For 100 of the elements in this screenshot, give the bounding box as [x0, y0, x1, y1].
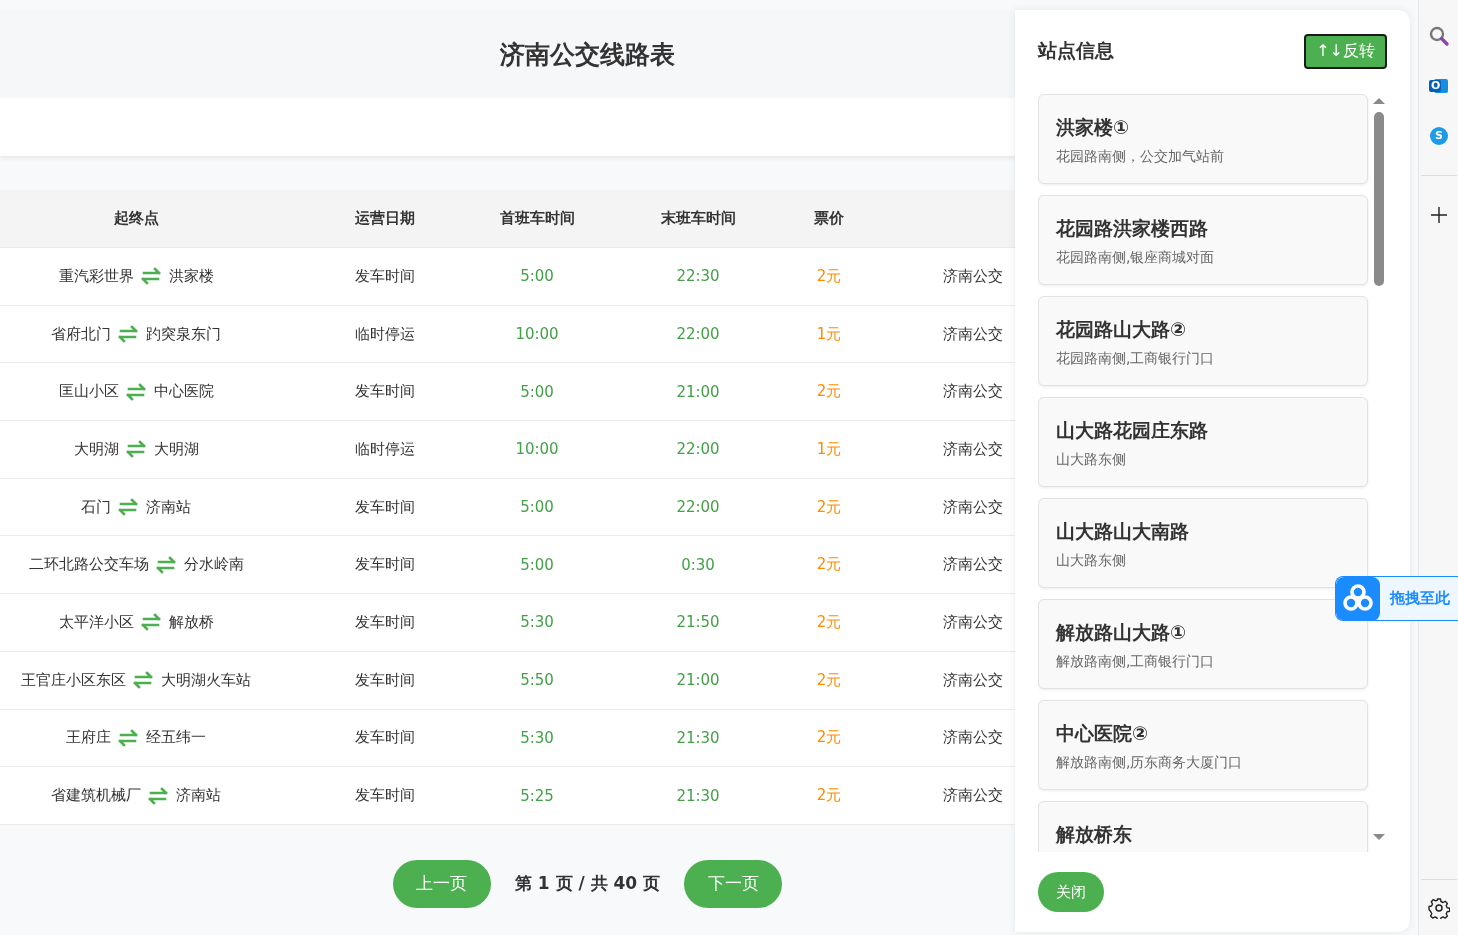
swap-arrows-icon [148, 785, 169, 806]
station-card[interactable]: 解放桥东 [1038, 801, 1368, 852]
swap-arrows-icon [118, 497, 139, 518]
column-header: 首班车时间 [499, 209, 575, 228]
table-cell: 发车时间 [355, 497, 415, 517]
swap-arrows-icon [125, 381, 147, 402]
cloud-icon [1336, 577, 1380, 620]
panel-title: 站点信息 [1038, 38, 1114, 63]
table-cell: 5:50 [520, 671, 554, 690]
station-card[interactable]: 中心医院② 解放路南侧,历东商务大厦门口 [1038, 700, 1368, 790]
swap-arrows-icon [133, 670, 154, 691]
station-address: 山大路东侧 [1056, 552, 1127, 570]
table-cell: 22:30 [676, 267, 720, 286]
stop-name: 大明湖火车站 [161, 670, 251, 690]
column-header: 末班车时间 [660, 209, 736, 228]
table-cell: 5:25 [520, 786, 554, 805]
table-cell: 21:00 [676, 671, 720, 690]
table-cell: 2元 [816, 612, 842, 632]
table-cell: 2元 [816, 382, 842, 402]
table-cell: 21:50 [676, 613, 720, 632]
stop-name: 分水岭南 [183, 555, 244, 575]
table-cell: 发车时间 [355, 670, 415, 690]
station-name: 解放路山大路① [1056, 620, 1187, 645]
table-cell: 5:00 [520, 382, 554, 401]
table-cell: 2元 [816, 266, 842, 286]
station-card[interactable]: 花园路山大路② 花园路南侧,工商银行门口 [1038, 296, 1368, 386]
drag-label: 拖拽至此 [1390, 589, 1450, 608]
station-name: 花园路山大路② [1056, 317, 1187, 342]
station-address: 山大路东侧 [1056, 451, 1127, 469]
table-cell: 10:00 [515, 440, 559, 459]
table-cell: 10:00 [515, 325, 559, 344]
table-cell: 济南公交 [943, 612, 1003, 632]
table-cell: 临时停运 [355, 439, 415, 459]
stop-name: 省建筑机械厂 [51, 786, 141, 806]
stop-name: 大明湖 [153, 439, 199, 459]
stop-name: 洪家楼 [168, 266, 214, 286]
station-address: 花园路南侧,银座商城对面 [1056, 249, 1216, 267]
add-icon[interactable] [1428, 204, 1450, 226]
station-name: 解放桥东 [1056, 822, 1132, 847]
station-name: 山大路山大南路 [1056, 519, 1189, 544]
table-cell: 发车时间 [355, 728, 415, 748]
stop-name: 经五纬一 [146, 728, 206, 748]
swap-arrows-icon [118, 727, 139, 748]
table-cell: 济南公交 [943, 728, 1003, 748]
stop-name: 解放桥 [168, 612, 214, 632]
settings-icon[interactable] [1428, 897, 1450, 919]
table-cell: 22:00 [676, 440, 720, 459]
station-name: 中心医院② [1056, 721, 1149, 746]
table-cell: 21:30 [676, 728, 720, 747]
station-card[interactable]: 山大路山大南路 山大路东侧 [1038, 498, 1368, 588]
station-card[interactable]: 洪家楼① 花园路南侧，公交加气站前 [1038, 94, 1368, 184]
table-cell: 济南公交 [943, 555, 1003, 575]
table-cell: 发车时间 [355, 786, 415, 806]
table-cell: 发车时间 [355, 382, 415, 402]
column-header: 起终点 [113, 209, 159, 228]
table-cell: 临时停运 [355, 324, 415, 344]
table-cell: 发车时间 [355, 555, 415, 575]
table-cell: 5:00 [520, 555, 554, 574]
table-cell: 济南公交 [943, 497, 1003, 517]
table-cell: 济南公交 [943, 786, 1003, 806]
table-cell: 发车时间 [355, 612, 415, 632]
table-cell: 21:30 [676, 786, 720, 805]
table-cell: 22:00 [676, 325, 720, 344]
table-cell: 5:30 [520, 613, 554, 632]
stop-name: 王官庄小区东区 [21, 670, 126, 690]
station-card[interactable]: 花园路洪家楼西路 花园路南侧,银座商城对面 [1038, 195, 1368, 285]
table-cell: 2元 [816, 670, 842, 690]
stop-name: 济南站 [176, 786, 221, 806]
column-header: 票价 [814, 209, 844, 228]
table-cell: 1元 [816, 324, 842, 344]
stop-name: 趵突泉东门 [146, 324, 221, 344]
station-name: 洪家楼① [1056, 115, 1130, 140]
station-address: 解放路南侧,工商银行门口 [1056, 653, 1216, 671]
station-address: 花园路南侧，公交加气站前 [1056, 148, 1225, 166]
station-name: 花园路洪家楼西路 [1056, 216, 1208, 241]
station-address: 解放路南侧,历东商务大厦门口 [1056, 754, 1244, 772]
table-cell: 2元 [816, 786, 842, 806]
swap-arrows-icon [118, 324, 139, 345]
table-cell: 2元 [816, 728, 842, 748]
search-icon[interactable] [1428, 25, 1450, 47]
station-card[interactable]: 山大路花园庄东路 山大路东侧 [1038, 397, 1368, 487]
table-cell: 5:00 [520, 498, 554, 517]
stop-name: 匡山小区 [58, 382, 119, 402]
table-cell: 济南公交 [943, 670, 1003, 690]
table-cell: 济南公交 [943, 439, 1003, 459]
stop-name: 大明湖 [73, 439, 119, 459]
stop-name: 王府庄 [66, 728, 111, 748]
table-cell: 济南公交 [943, 382, 1003, 402]
stop-name: 济南站 [146, 497, 191, 517]
swap-arrows-icon [155, 554, 177, 575]
column-header: 运营日期 [355, 209, 415, 228]
table-cell: 5:30 [520, 728, 554, 747]
stop-name: 太平洋小区 [58, 612, 134, 632]
table-cell: 发车时间 [355, 266, 415, 286]
station-card[interactable]: 解放路山大路① 解放路南侧,工商银行门口 [1038, 599, 1368, 689]
stop-name: 重汽彩世界 [58, 266, 134, 286]
swap-arrows-icon [140, 612, 162, 633]
stop-name: 石门 [81, 497, 111, 517]
stop-name: 中心医院 [153, 382, 214, 402]
station-address: 花园路南侧,工商银行门口 [1056, 350, 1216, 368]
